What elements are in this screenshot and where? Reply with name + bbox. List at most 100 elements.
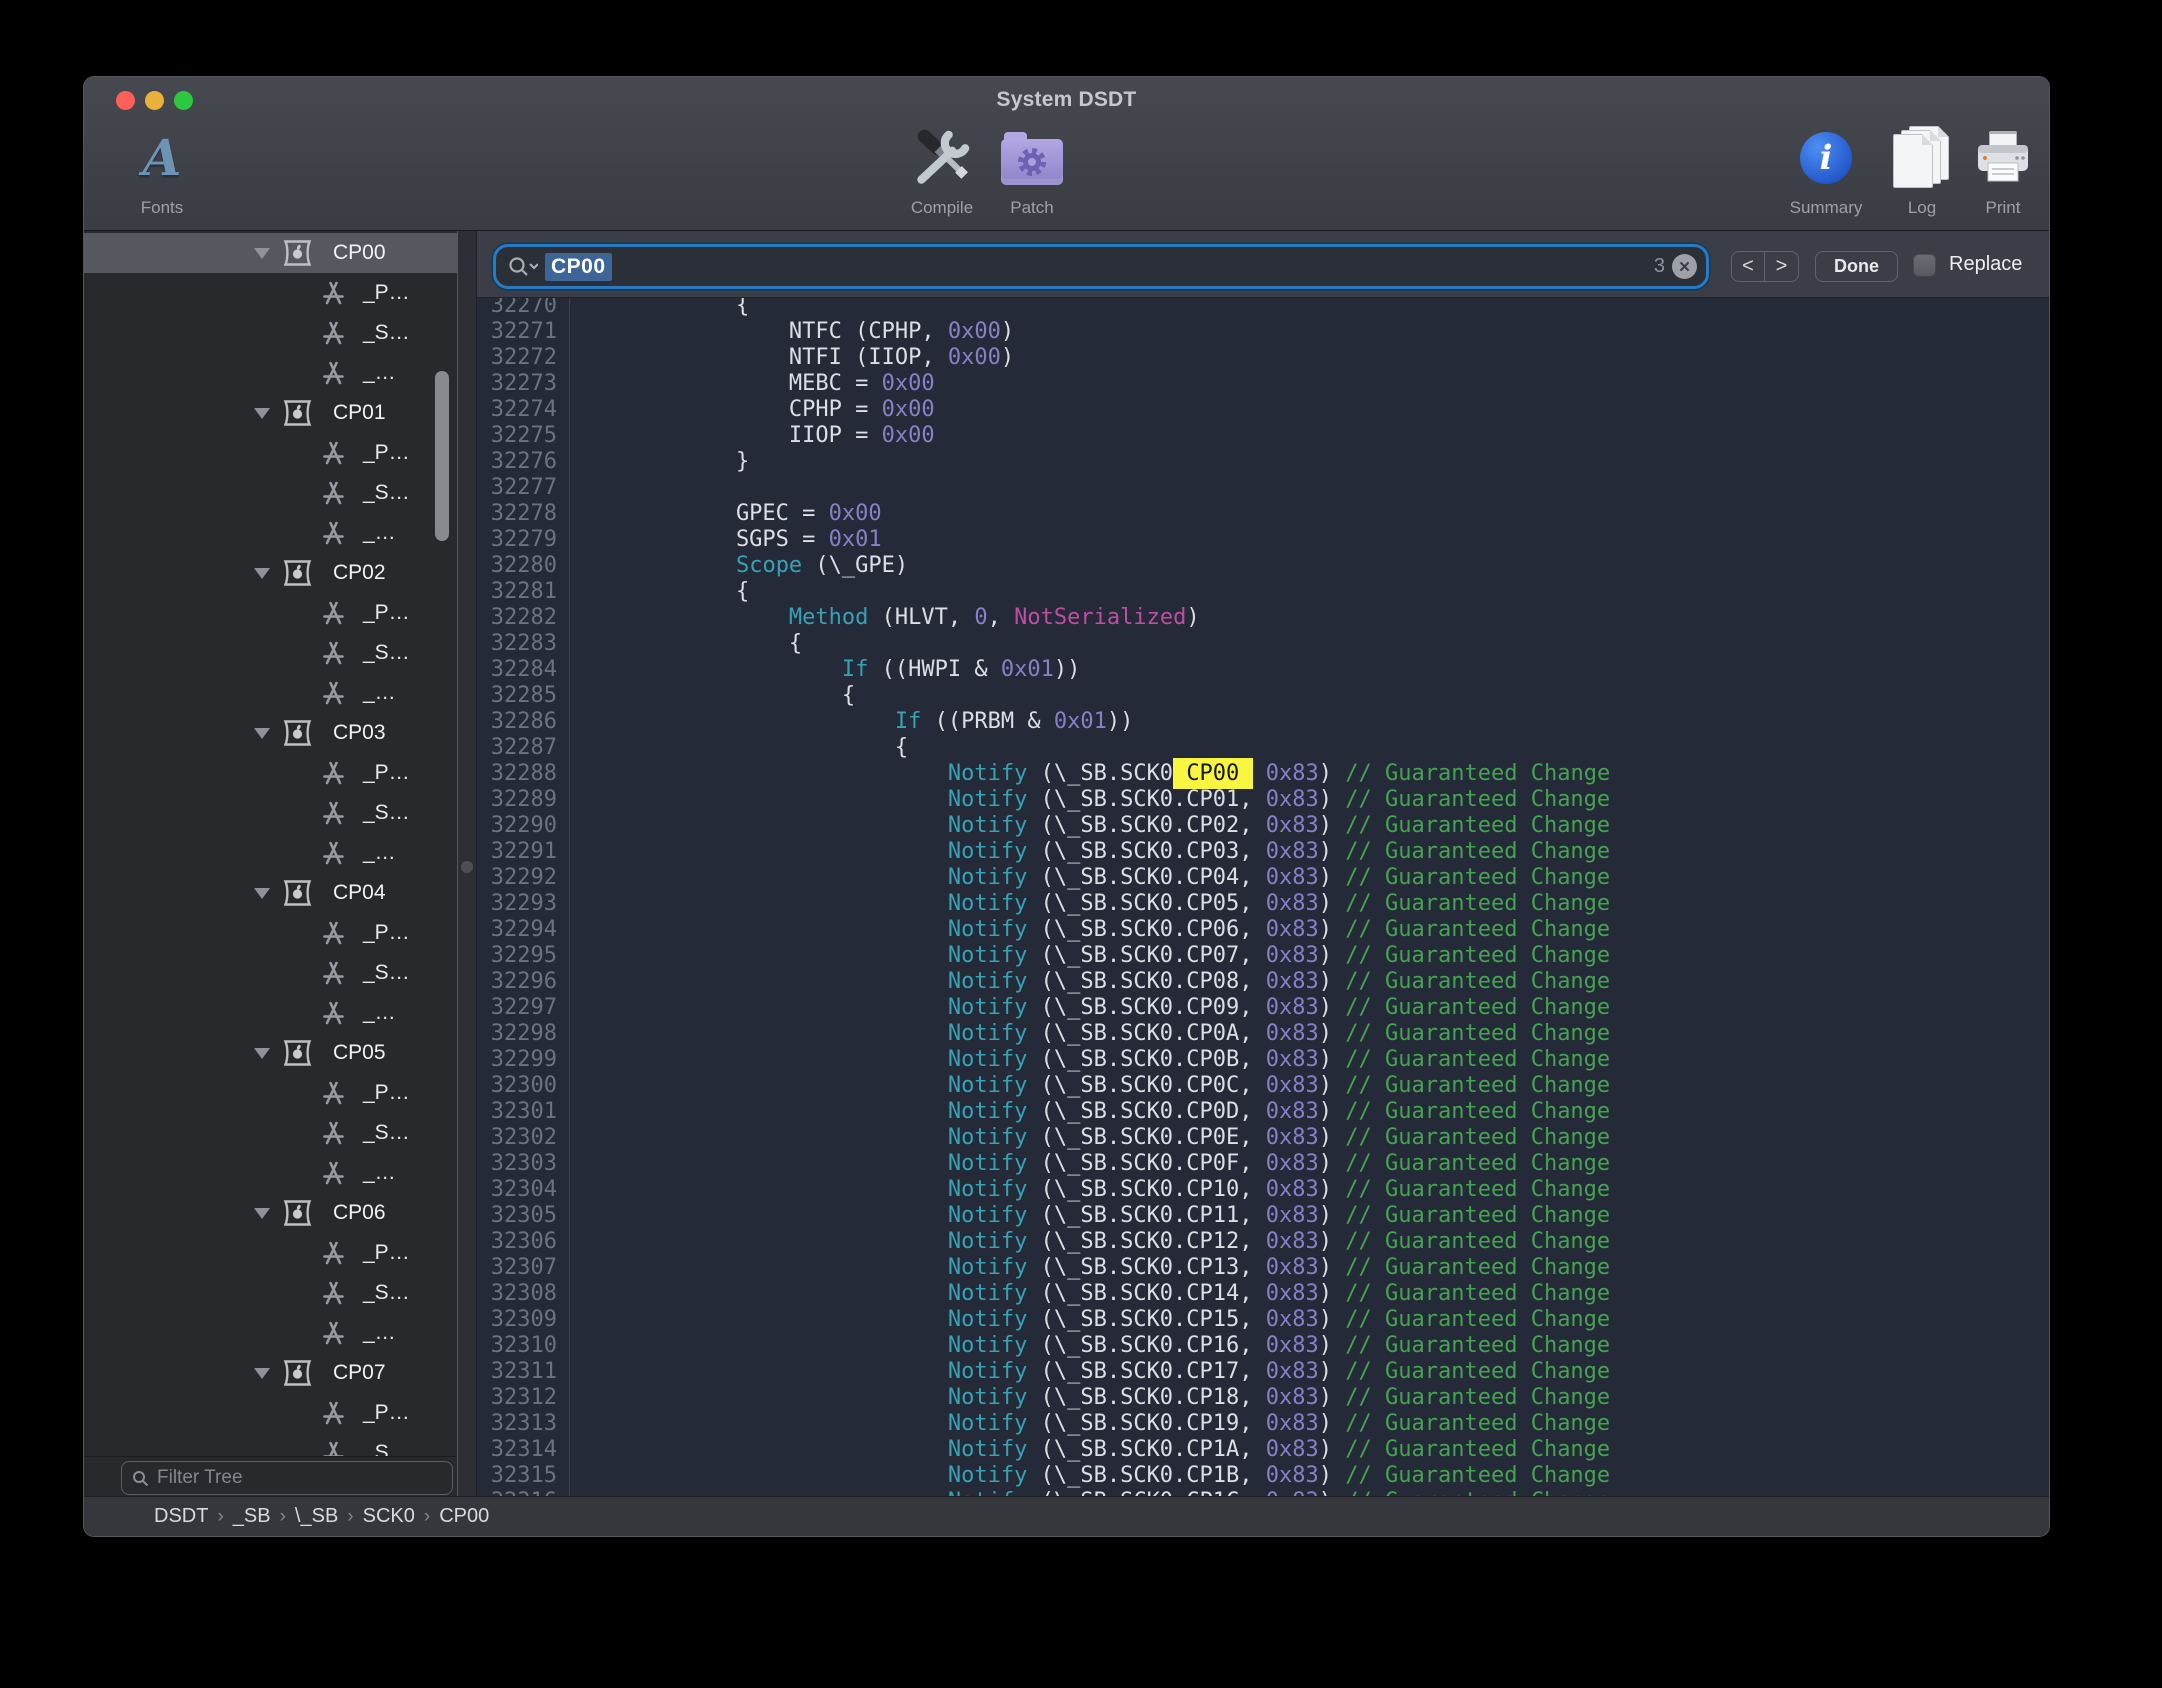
sidebar-scrollbar[interactable] <box>435 371 449 541</box>
fonts-button[interactable]: A Fonts <box>117 123 207 218</box>
tree-item-child[interactable]: _P… <box>84 433 457 473</box>
tree-item-child[interactable]: _… <box>84 353 457 393</box>
code-line: 32293 Notify (\_SB.SCK0.CP05, 0x83) // G… <box>477 891 2050 917</box>
code-line: 32304 Notify (\_SB.SCK0.CP10, 0x83) // G… <box>477 1177 2050 1203</box>
log-button[interactable]: Log <box>1887 123 1957 218</box>
code-line: 32295 Notify (\_SB.SCK0.CP07, 0x83) // G… <box>477 943 2050 969</box>
tree-item-cp06[interactable]: CP06 <box>84 1193 457 1233</box>
search-icon <box>132 1470 149 1487</box>
line-number: 32284 <box>477 657 569 683</box>
tree-item-child[interactable]: _S… <box>84 633 457 673</box>
line-number: 32289 <box>477 787 569 813</box>
disclosure-triangle-icon[interactable] <box>254 1208 270 1219</box>
content-area: CP00_P…_S…_…CP01_P…_S…_…CP02_P…_S…_…CP03… <box>84 231 2050 1498</box>
line-number: 32312 <box>477 1385 569 1411</box>
asl-object-icon <box>321 680 346 706</box>
filter-tree-input[interactable]: Filter Tree <box>121 1461 453 1495</box>
tree-item-child[interactable]: _S… <box>84 1113 457 1153</box>
search-menu-icon[interactable] <box>508 256 538 278</box>
tree-item-child[interactable]: _P… <box>84 913 457 953</box>
patch-button[interactable]: Patch <box>987 123 1077 218</box>
line-number: 32308 <box>477 1281 569 1307</box>
line-number: 32297 <box>477 995 569 1021</box>
tree-item-cp07[interactable]: CP07 <box>84 1353 457 1393</box>
tree-item-child[interactable]: _… <box>84 673 457 713</box>
compile-button[interactable]: Compile <box>887 123 997 218</box>
tree-item-child[interactable]: _S… <box>84 1433 457 1456</box>
tree-item-child[interactable]: _P… <box>84 593 457 633</box>
asl-object-icon <box>321 920 346 946</box>
print-button[interactable]: Print <box>1968 123 2038 218</box>
tree-item-child[interactable]: _… <box>84 1313 457 1353</box>
line-number: 32283 <box>477 631 569 657</box>
line-number: 32301 <box>477 1099 569 1125</box>
line-number: 32274 <box>477 397 569 423</box>
line-number: 32310 <box>477 1333 569 1359</box>
line-number: 32293 <box>477 891 569 917</box>
tree-item-child[interactable]: _P… <box>84 1393 457 1433</box>
tree-item-label: _… <box>363 1001 396 1025</box>
asl-object-icon <box>321 1240 346 1266</box>
code-line: 32305 Notify (\_SB.SCK0.CP11, 0x83) // G… <box>477 1203 2050 1229</box>
replace-checkbox[interactable] <box>1913 254 1936 277</box>
line-number: 32315 <box>477 1463 569 1489</box>
breadcrumb-item-sb[interactable]: _SB <box>233 1505 271 1528</box>
tree-item-cp03[interactable]: CP03 <box>84 713 457 753</box>
tree-item-child[interactable]: _… <box>84 1153 457 1193</box>
disclosure-triangle-icon[interactable] <box>254 888 270 899</box>
code-editor[interactable]: 32270 {32271 NTFC (CPHP, 0x00)32272 NTFI… <box>477 298 2050 1498</box>
asl-object-icon <box>321 1080 346 1106</box>
find-next-button[interactable]: > <box>1765 252 1798 281</box>
tree-item-cp04[interactable]: CP04 <box>84 873 457 913</box>
tree-item-child[interactable]: _… <box>84 833 457 873</box>
tree-item-child[interactable]: _… <box>84 513 457 553</box>
disclosure-triangle-icon[interactable] <box>254 248 270 259</box>
tree-item-cp00[interactable]: CP00 <box>84 233 457 273</box>
breadcrumb-item-sb[interactable]: \_SB <box>295 1505 338 1528</box>
line-number: 32286 <box>477 709 569 735</box>
disclosure-triangle-icon[interactable] <box>254 1048 270 1059</box>
tree-item-child[interactable]: _S… <box>84 793 457 833</box>
tree-item-cp02[interactable]: CP02 <box>84 553 457 593</box>
disclosure-triangle-icon[interactable] <box>254 408 270 419</box>
line-number: 32291 <box>477 839 569 865</box>
tree-item-label: _S… <box>363 481 410 505</box>
code-line: 32278 GPEC = 0x00 <box>477 501 2050 527</box>
tree-item-child[interactable]: _S… <box>84 1273 457 1313</box>
code-line: 32288 Notify (\_SB.SCK0.CP00, 0x83) // G… <box>477 761 2050 787</box>
disclosure-triangle-icon[interactable] <box>254 568 270 579</box>
find-previous-button[interactable]: < <box>1732 252 1765 281</box>
asl-object-icon <box>321 600 346 626</box>
line-number: 32273 <box>477 371 569 397</box>
pane-splitter[interactable] <box>457 231 477 1498</box>
tree-item-child[interactable]: _P… <box>84 753 457 793</box>
tree-item-child[interactable]: _S… <box>84 313 457 353</box>
tree-item-child[interactable]: _S… <box>84 953 457 993</box>
disclosure-triangle-icon[interactable] <box>254 1368 270 1379</box>
breadcrumb-item-cp00[interactable]: CP00 <box>439 1505 489 1528</box>
breadcrumb-item-dsdt[interactable]: DSDT <box>154 1505 208 1528</box>
tree-item-child[interactable]: _P… <box>84 273 457 313</box>
tree-item-child[interactable]: _… <box>84 993 457 1033</box>
tree-item-cp01[interactable]: CP01 <box>84 393 457 433</box>
breadcrumb-separator-icon: › <box>280 1505 286 1528</box>
find-input[interactable]: CP00 3 ✕ <box>493 244 1709 289</box>
done-button[interactable]: Done <box>1815 251 1898 282</box>
line-number: 32272 <box>477 345 569 371</box>
summary-button[interactable]: i Summary <box>1771 123 1881 218</box>
toolbar-label: Summary <box>1790 198 1863 218</box>
code-line: 32302 Notify (\_SB.SCK0.CP0E, 0x83) // G… <box>477 1125 2050 1151</box>
tree-item-child[interactable]: _S… <box>84 473 457 513</box>
line-number: 32306 <box>477 1229 569 1255</box>
asl-object-icon <box>321 640 346 666</box>
asl-object-icon <box>321 760 346 786</box>
asl-object-icon <box>321 840 346 866</box>
breadcrumb-separator-icon: › <box>217 1505 223 1528</box>
tree-item-child[interactable]: _P… <box>84 1073 457 1113</box>
tree-item-child[interactable]: _P… <box>84 1233 457 1273</box>
clear-search-icon[interactable]: ✕ <box>1672 254 1697 279</box>
breadcrumb-item-sck0[interactable]: SCK0 <box>363 1505 415 1528</box>
disclosure-triangle-icon[interactable] <box>254 728 270 739</box>
tree-item-cp05[interactable]: CP05 <box>84 1033 457 1073</box>
scope-icon <box>282 1198 313 1228</box>
